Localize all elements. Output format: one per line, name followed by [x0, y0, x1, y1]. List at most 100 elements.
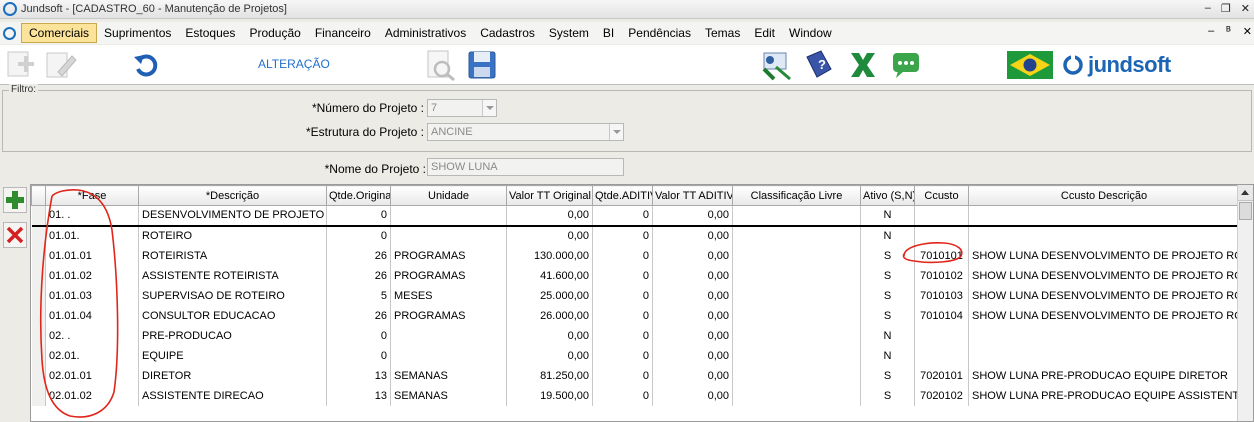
cell-ativo[interactable]: N: [860, 225, 915, 246]
menu-producao[interactable]: Produção: [242, 24, 307, 42]
cell-descricao[interactable]: SUPERVISAO DE ROTEIRO: [138, 285, 327, 306]
cell-valor-tt-original[interactable]: 130.000,00: [506, 245, 593, 266]
cell-unidade[interactable]: PROGRAMAS: [390, 265, 507, 286]
cell-ativo[interactable]: S: [860, 265, 915, 286]
table-row[interactable]: 01.01.04 CONSULTOR EDUCACAO 26 PROGRAMAS…: [31, 305, 1240, 326]
cell-qtde-original[interactable]: 0: [326, 225, 391, 246]
cell-classificacao-livre[interactable]: [732, 285, 861, 306]
cell-unidade[interactable]: [390, 225, 507, 246]
cell-fase[interactable]: 01.01.02: [45, 265, 139, 286]
menu-pendencias[interactable]: Pendências: [621, 24, 698, 42]
cell-ccusto-descricao[interactable]: SHOW LUNA DESENVOLVIMENTO DE PROJETO ROT…: [968, 245, 1240, 266]
new-icon[interactable]: [4, 50, 36, 80]
menu-suprimentos[interactable]: Suprimentos: [97, 24, 178, 42]
cell-fase[interactable]: 02. .: [45, 325, 139, 346]
excel-icon[interactable]: [847, 49, 879, 81]
scroll-thumb[interactable]: [1239, 202, 1252, 220]
cell-ccusto-descricao[interactable]: [968, 345, 1240, 366]
menu-system[interactable]: System: [542, 24, 596, 42]
row-selector[interactable]: [31, 225, 46, 246]
edit-icon[interactable]: [44, 50, 78, 80]
cell-qtde-aditivo[interactable]: 0: [592, 285, 653, 306]
table-row[interactable]: 01.01. ROTEIRO 0 0,00 0 0,00 N: [31, 225, 1240, 246]
cell-ativo[interactable]: N: [860, 345, 915, 366]
cell-qtde-aditivo[interactable]: 0: [592, 305, 653, 326]
minimize-button[interactable]: –: [1205, 2, 1211, 15]
cell-qtde-original[interactable]: 26: [326, 265, 391, 286]
cell-ccusto[interactable]: [914, 345, 969, 366]
cell-qtde-aditivo[interactable]: 0: [592, 325, 653, 346]
cell-unidade[interactable]: PROGRAMAS: [390, 305, 507, 326]
cell-ccusto[interactable]: 7010103: [914, 285, 969, 306]
col-header-valor-tt-aditivo[interactable]: Valor TT ADITIVO: [652, 185, 733, 206]
cell-valor-tt-aditivo[interactable]: 0,00: [652, 265, 733, 286]
col-header-qtde-aditivo[interactable]: Qtde.ADITIVO: [592, 185, 653, 206]
close-button[interactable]: ✕: [1241, 2, 1250, 15]
cell-ativo[interactable]: S: [860, 305, 915, 326]
cell-valor-tt-aditivo[interactable]: 0,00: [652, 345, 733, 366]
col-header-qtde-original[interactable]: Qtde.Original: [326, 185, 391, 206]
row-selector[interactable]: [31, 205, 46, 227]
delete-row-button[interactable]: [3, 222, 27, 248]
cell-ativo[interactable]: S: [860, 245, 915, 266]
cell-unidade[interactable]: SEMANAS: [390, 385, 507, 406]
search-doc-icon[interactable]: [424, 49, 458, 81]
cell-descricao[interactable]: EQUIPE: [138, 345, 327, 366]
col-header-fase[interactable]: *Fase: [45, 185, 139, 206]
cell-qtde-aditivo[interactable]: 0: [592, 385, 653, 406]
table-row[interactable]: 01. . DESENVOLVIMENTO DE PROJETO 0 0,00 …: [31, 205, 1240, 227]
row-selector[interactable]: [31, 305, 46, 326]
cell-valor-tt-aditivo[interactable]: 0,00: [652, 365, 733, 386]
cell-ccusto[interactable]: 7020102: [914, 385, 969, 406]
cell-qtde-original[interactable]: 26: [326, 245, 391, 266]
col-header-ccusto[interactable]: Ccusto: [914, 185, 969, 206]
cell-classificacao-livre[interactable]: [732, 385, 861, 406]
cell-valor-tt-original[interactable]: 0,00: [506, 205, 593, 227]
menu-temas[interactable]: Temas: [698, 24, 747, 42]
cell-valor-tt-aditivo[interactable]: 0,00: [652, 305, 733, 326]
cell-unidade[interactable]: PROGRAMAS: [390, 245, 507, 266]
cell-valor-tt-original[interactable]: 0,00: [506, 345, 593, 366]
cell-qtde-original[interactable]: 0: [326, 325, 391, 346]
menu-financeiro[interactable]: Financeiro: [308, 24, 378, 42]
cell-ccusto[interactable]: 7010104: [914, 305, 969, 326]
cell-qtde-aditivo[interactable]: 0: [592, 205, 653, 227]
col-header-ccusto-descricao[interactable]: Ccusto Descrição: [968, 185, 1240, 206]
cell-fase[interactable]: 01.01.01: [45, 245, 139, 266]
cell-ccusto-descricao[interactable]: SHOW LUNA DESENVOLVIMENTO DE PROJETO ROT…: [968, 305, 1240, 326]
cell-descricao[interactable]: ASSISTENTE ROTEIRISTA: [138, 265, 327, 286]
chat-icon[interactable]: [890, 49, 922, 81]
row-selector[interactable]: [31, 285, 46, 306]
cell-valor-tt-aditivo[interactable]: 0,00: [652, 385, 733, 406]
cell-unidade[interactable]: SEMANAS: [390, 365, 507, 386]
cell-descricao[interactable]: DIRETOR: [138, 365, 327, 386]
cell-ativo[interactable]: N: [860, 325, 915, 346]
table-row[interactable]: 02.01.01 DIRETOR 13 SEMANAS 81.250,00 0 …: [31, 365, 1240, 386]
cell-classificacao-livre[interactable]: [732, 265, 861, 286]
cell-valor-tt-original[interactable]: 0,00: [506, 225, 593, 246]
menu-estoques[interactable]: Estoques: [178, 24, 242, 42]
table-row[interactable]: 02.01.02 ASSISTENTE DIRECAO 13 SEMANAS 1…: [31, 385, 1240, 406]
mdi-app-icon[interactable]: [3, 26, 16, 40]
row-selector[interactable]: [31, 365, 46, 386]
phases-grid[interactable]: *Fase *Descrição Qtde.Original Unidade V…: [30, 184, 1254, 422]
cell-ccusto[interactable]: 7010102: [914, 265, 969, 286]
cell-ccusto[interactable]: [914, 225, 969, 246]
help-book-icon[interactable]: ?: [801, 49, 835, 81]
cell-qtde-aditivo[interactable]: 0: [592, 265, 653, 286]
cell-unidade[interactable]: [390, 205, 507, 227]
cell-descricao[interactable]: ROTEIRISTA: [138, 245, 327, 266]
cell-valor-tt-aditivo[interactable]: 0,00: [652, 285, 733, 306]
cell-ccusto[interactable]: 7010101: [914, 245, 969, 266]
cell-qtde-original[interactable]: 13: [326, 385, 391, 406]
estrutura-projeto-select[interactable]: ANCINE: [427, 123, 624, 141]
add-row-button[interactable]: [3, 187, 27, 213]
cell-unidade[interactable]: [390, 345, 507, 366]
menu-cadastros[interactable]: Cadastros: [473, 24, 542, 42]
cell-fase[interactable]: 01.01.03: [45, 285, 139, 306]
save-icon[interactable]: [466, 49, 498, 81]
mdi-minimize-button[interactable]: –: [1208, 25, 1214, 38]
cell-qtde-original[interactable]: 0: [326, 345, 391, 366]
cell-unidade[interactable]: MESES: [390, 285, 507, 306]
cell-classificacao-livre[interactable]: [732, 305, 861, 326]
